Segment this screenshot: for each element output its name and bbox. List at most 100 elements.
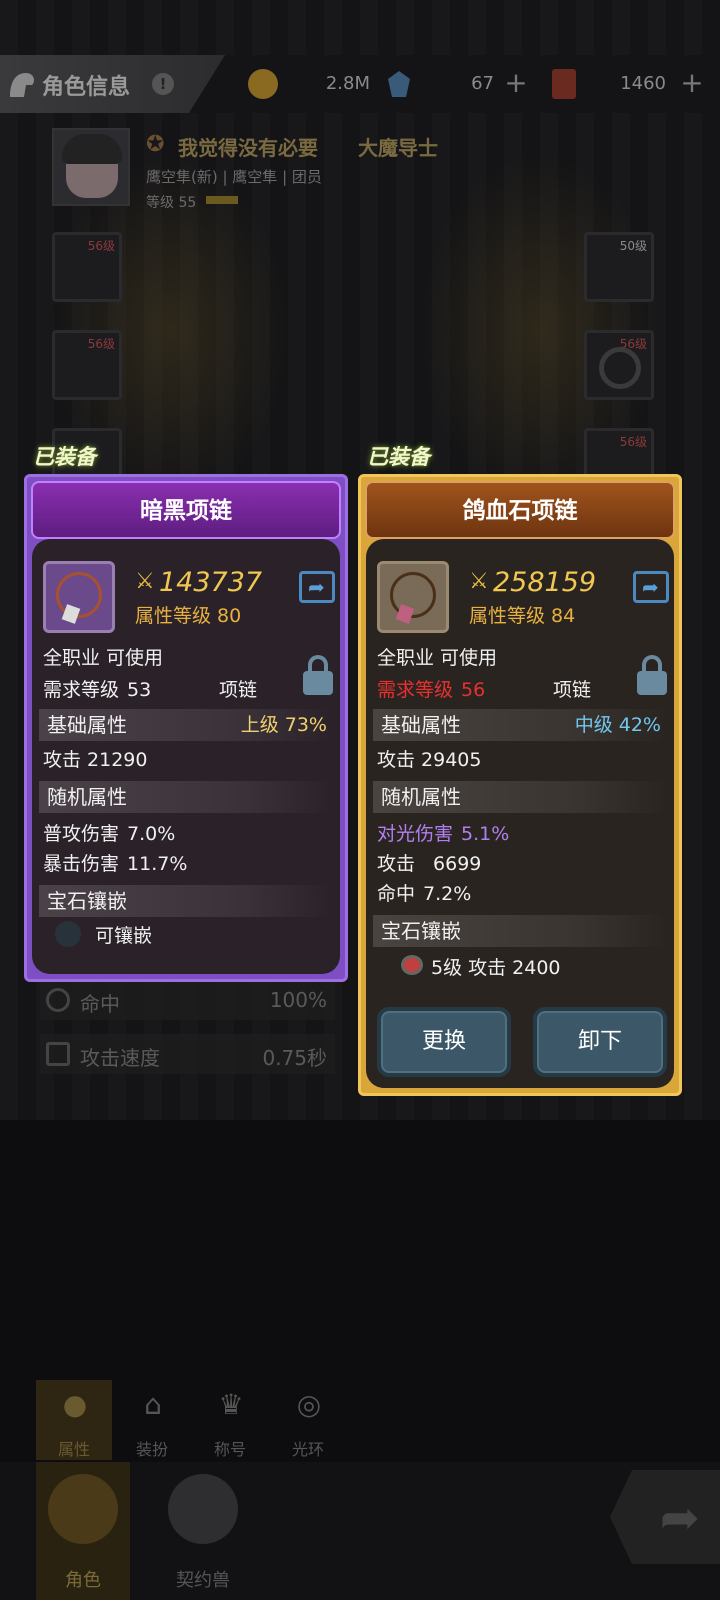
lock-icon[interactable] [637,655,667,695]
combat-power: 143737 [159,567,263,598]
ruby-gem-icon [401,955,423,975]
combat-power: 258159 [493,567,597,598]
required-level: 需求等级 53 [43,675,151,702]
crystal-add-button[interactable]: + [502,69,530,99]
top-bar: 角色信息 ! 2.8M 67 + 1460 + [0,55,720,113]
lock-icon[interactable] [303,655,333,695]
necklace-icon [43,561,115,633]
equip-slot-weapon[interactable]: 50级 [584,232,654,302]
tab-title[interactable]: ♛ 称号 [192,1380,268,1460]
attribute-level: 属性等级 80 [135,605,242,627]
attr-value: 6699 [433,853,482,875]
section-title: 基础属性 [381,713,461,737]
section-title: 宝石镶嵌 [381,919,461,943]
stat-label: 攻击速度 [80,1046,160,1070]
ring-icon [599,347,641,389]
random-attr-header: 随机属性 [39,781,333,813]
level-progress-bar [206,196,238,204]
item-type: 项链 [553,679,592,701]
attr-label: 普攻伤害 [43,823,120,845]
grade: 中级 42% [574,714,661,736]
person-icon: ● [62,1388,88,1421]
item-name: 暗黑项链 [31,481,341,539]
random-attr: 攻击 6699 [377,849,481,876]
gold-value: 2.8M [325,73,370,94]
random-attr-header: 随机属性 [373,781,667,813]
required-level-value: 56 [461,679,486,701]
tab-label: 光环 [291,1440,324,1459]
power-icon: ⚔ [135,569,155,594]
nav-label: 角色 [65,1570,101,1591]
equip-slot-ring[interactable]: 56级 [584,330,654,400]
attr-label: 对光伤害 [377,823,454,845]
paw-icon [168,1474,238,1544]
stat-label: 命中 [80,992,120,1016]
slot-level: 56级 [87,239,115,253]
stat-row-hit: 命中 100% [40,980,335,1020]
gem-text: 5级 攻击 2400 [431,957,561,979]
stat-value: 100% [269,988,327,1012]
stat-value: 0.75秒 [262,1046,327,1070]
help-icon[interactable]: ! [152,73,174,95]
necklace-icon [377,561,449,633]
tab-label: 装扮 [135,1440,168,1459]
base-attr-header: 基础属性 中级 42% [373,709,667,741]
target-icon [46,988,70,1012]
base-attr-header: 基础属性 上级 73% [39,709,333,741]
hanger-icon: ⌂ [144,1388,162,1421]
attr-label: 命中 [377,883,416,905]
slot-level: 56级 [87,337,115,351]
random-attr: 命中 7.2% [377,879,471,906]
nav-label: 契约兽 [176,1570,230,1591]
attr-value: 7.2% [423,883,472,905]
player-name: 我觉得没有必要 [178,136,318,160]
equip-slot-cape[interactable]: 56级 [52,232,122,302]
character-icon [10,73,34,97]
item-card-right: 已装备 鸽血石项链 ⚔ 258159 属性等级 84 ➦ 全职业 可使用 需求等… [358,445,682,1096]
required-level-label: 需求等级 [377,679,454,701]
stat-row-attack-speed: 攻击速度 0.75秒 [40,1034,335,1074]
gold-resource: 2.8M [248,69,378,99]
player-level: 等级 55 [146,195,197,211]
page-title: 角色信息 [42,75,131,100]
section-title: 随机属性 [381,785,461,809]
equip-slot-armor[interactable]: 56级 [52,330,122,400]
ticket-resource: 1460 + [552,69,712,99]
gem-text: 可镶嵌 [95,925,153,947]
section-title: 宝石镶嵌 [47,889,127,913]
slot-level: 56级 [619,435,647,449]
share-icon[interactable]: ➦ [299,571,335,603]
tab-attributes[interactable]: ● 属性 [36,1380,112,1460]
base-attack: 攻击 29405 [377,749,482,771]
tab-costume[interactable]: ⌂ 装扮 [114,1380,190,1460]
player-class: 大魔导士 [358,136,438,160]
replace-button[interactable]: 更换 [377,1007,511,1077]
item-name: 鸽血石项链 [365,481,675,539]
gem-header: 宝石镶嵌 [39,885,333,917]
ticket-value: 1460 [620,73,666,94]
speed-icon [46,1042,70,1066]
nav-character[interactable]: 角色 [36,1462,130,1600]
share-icon[interactable]: ➦ [633,571,669,603]
ticket-add-button[interactable]: + [678,69,706,99]
character-helmet-icon [48,1474,118,1544]
avatar[interactable] [52,128,130,206]
attr-value: 7.0% [127,823,176,845]
unequip-button[interactable]: 卸下 [533,1007,667,1077]
equipped-label: 已装备 [33,445,96,469]
crystal-icon [388,71,410,97]
required-level-label: 需求等级 [43,679,120,701]
attr-label: 攻击 [377,853,416,875]
attr-label: 暴击伤害 [43,853,120,875]
nav-pet[interactable]: 契约兽 [156,1462,250,1600]
next-arrow-button[interactable]: ➦ [610,1470,720,1564]
grade: 上级 73% [240,714,327,736]
required-level-value: 53 [127,679,152,701]
tab-halo[interactable]: ◎ 光环 [270,1380,346,1460]
equipped-label: 已装备 [367,445,430,469]
crystal-resource: 67 + [384,69,534,99]
attr-value: 5.1% [461,823,510,845]
avatar-hair [62,134,122,164]
halo-icon: ◎ [296,1388,322,1421]
ticket-icon [552,69,576,99]
